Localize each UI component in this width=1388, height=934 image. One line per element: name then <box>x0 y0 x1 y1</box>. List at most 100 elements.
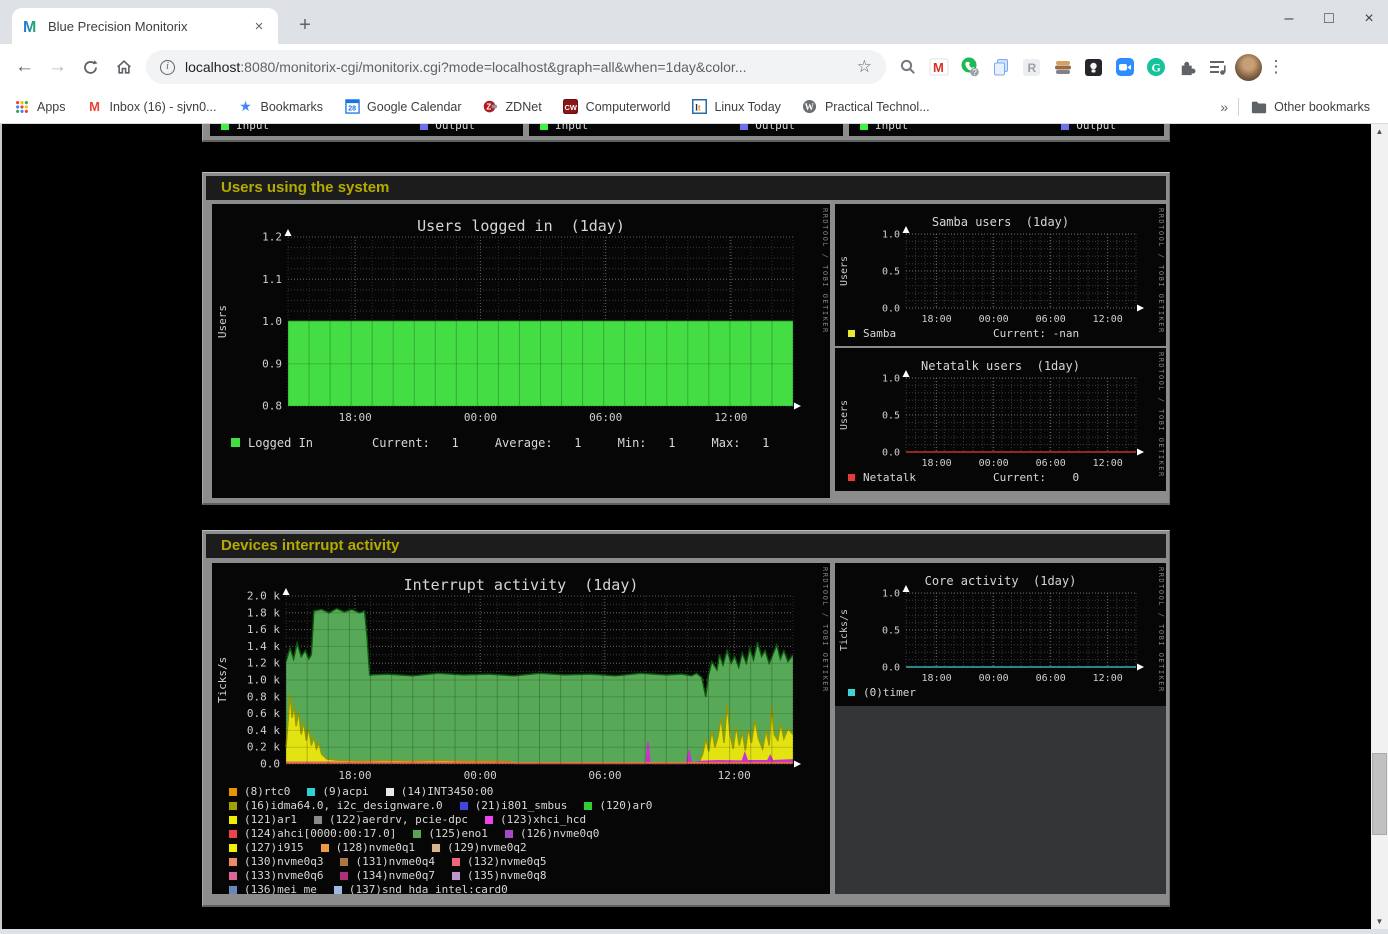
rrdtool-signature: RRDTOOL / TOBI OETIKER <box>821 208 829 334</box>
zoom-camera-extension-icon[interactable] <box>1109 52 1140 82</box>
svg-text:18:00: 18:00 <box>922 458 952 468</box>
bookmark-label: Computerworld <box>586 100 671 114</box>
svg-text:18:00: 18:00 <box>922 673 952 683</box>
svg-text:2.0 k: 2.0 k <box>247 590 280 603</box>
interrupt-activity-chart[interactable]: Interrupt activity (1day)Ticks/s0.00.2 k… <box>212 563 830 894</box>
browser-menu-icon[interactable]: ⋮ <box>1264 57 1288 77</box>
svg-text:1.0 k: 1.0 k <box>247 674 280 687</box>
page-info-icon[interactable]: i <box>160 60 175 75</box>
rrdtool-signature: RRDTOOL / TOBI OETIKER <box>1157 567 1165 693</box>
bookmark-label: Practical Technol... <box>825 100 930 114</box>
star-icon: ★ <box>238 99 254 115</box>
svg-text:Interrupt activity (1day): Interrupt activity (1day) <box>404 576 639 594</box>
section-filler <box>835 706 1166 894</box>
bookmark-star-icon[interactable]: ☆ <box>857 57 872 77</box>
input-swatch <box>859 124 869 131</box>
folder-icon <box>1251 99 1267 115</box>
svg-text:00:00: 00:00 <box>464 769 497 781</box>
phone-extension-icon[interactable]: ? <box>954 52 985 82</box>
svg-text:06:00: 06:00 <box>589 411 622 424</box>
bookmark-label: ZDNet <box>506 100 542 114</box>
core-activity-chart[interactable]: Core activity (1day)Ticks/s0.00.51.018:0… <box>835 563 1166 706</box>
new-tab-button[interactable]: + <box>292 14 318 37</box>
bookmark-bookmarks[interactable]: ★ Bookmarks <box>238 99 324 115</box>
svg-text:G: G <box>1151 61 1160 75</box>
browser-window: M Blue Precision Monitorix × + – □ × ← →… <box>0 0 1388 934</box>
bookmark-practical-technology[interactable]: W Practical Technol... <box>802 99 930 115</box>
input-label: Input <box>555 124 588 132</box>
lamp-extension-icon[interactable] <box>1078 52 1109 82</box>
profile-avatar[interactable] <box>1235 54 1262 81</box>
svg-text:0.9: 0.9 <box>262 357 282 370</box>
svg-text:R: R <box>1028 61 1037 75</box>
forward-button: → <box>41 51 74 84</box>
users-logged-in-chart[interactable]: Users logged in (1day)Users0.80.91.01.11… <box>212 204 830 498</box>
bookmark-linux-today[interactable]: lt Linux Today <box>691 99 781 115</box>
back-button[interactable]: ← <box>8 51 41 84</box>
minimize-button[interactable]: – <box>1280 10 1298 28</box>
samba-users-chart[interactable]: Samba users (1day)Users0.00.51.018:0000:… <box>835 204 1166 346</box>
svg-text:06:00: 06:00 <box>588 769 621 781</box>
calendar-icon: 28 <box>344 99 360 115</box>
home-button[interactable] <box>107 51 140 84</box>
svg-text:18:00: 18:00 <box>922 314 952 324</box>
gmail-extension-icon[interactable]: M <box>923 52 954 82</box>
svg-text:00:00: 00:00 <box>464 411 497 424</box>
bookmark-label: Bookmarks <box>261 100 324 114</box>
svg-text:Ticks/s: Ticks/s <box>216 657 229 703</box>
address-bar[interactable]: i localhost:8080/monitorix-cgi/monitorix… <box>146 50 886 84</box>
svg-text:Z: Z <box>486 102 491 111</box>
svg-text:M: M <box>933 60 944 75</box>
devices-section: Devices interrupt activity Interrupt act… <box>202 530 1170 907</box>
browser-tab[interactable]: M Blue Precision Monitorix × <box>12 8 278 44</box>
other-bookmarks[interactable]: Other bookmarks <box>1251 99 1370 115</box>
books-stack-extension-icon[interactable] <box>1047 52 1078 82</box>
rrdtool-signature: RRDTOOL / TOBI OETIKER <box>821 567 829 693</box>
svg-text:12:00: 12:00 <box>1093 458 1123 468</box>
reload-button[interactable] <box>74 51 107 84</box>
bookmark-computerworld[interactable]: CW Computerworld <box>563 99 671 115</box>
monitorix-favicon: M <box>22 18 39 34</box>
users-section: Users using the system Users logged in (… <box>202 172 1170 505</box>
r-extension-icon[interactable]: R <box>1016 52 1047 82</box>
svg-text:1.8 k: 1.8 k <box>247 606 280 619</box>
bookmark-inbox[interactable]: M Inbox (16) - sjvn0... <box>87 99 217 115</box>
network-chart-partial[interactable]: Input Output <box>529 124 843 136</box>
network-chart-partial[interactable]: Input Output <box>210 124 523 136</box>
svg-text:Users: Users <box>839 400 850 430</box>
svg-text:00:00: 00:00 <box>979 458 1009 468</box>
devices-section-header: Devices interrupt activity <box>206 534 1166 558</box>
output-label: Output <box>435 124 475 132</box>
scroll-down-icon[interactable]: ▼ <box>1371 914 1388 929</box>
svg-text:1.4 k: 1.4 k <box>247 640 280 653</box>
scroll-up-icon[interactable]: ▲ <box>1371 124 1388 139</box>
page-scrollbar[interactable]: ▲ ▼ <box>1371 124 1388 929</box>
tab-close-icon[interactable]: × <box>250 18 268 35</box>
grammarly-extension-icon[interactable]: G <box>1140 52 1171 82</box>
svg-text:00:00: 00:00 <box>979 314 1009 324</box>
bookmark-apps[interactable]: Apps <box>14 99 66 115</box>
bookmark-zdnet[interactable]: Z ZDNet <box>483 99 542 115</box>
computerworld-icon: CW <box>563 99 579 115</box>
extensions-puzzle-icon[interactable] <box>1171 52 1202 82</box>
netatalk-users-chart[interactable]: Netatalk users (1day)Users0.00.51.018:00… <box>835 348 1166 491</box>
svg-text:CW: CW <box>565 103 578 112</box>
svg-text:Users: Users <box>216 305 229 338</box>
svg-text:12:00: 12:00 <box>718 769 751 781</box>
url-text[interactable]: localhost:8080/monitorix-cgi/monitorix.c… <box>185 59 857 75</box>
scrollbar-thumb[interactable] <box>1372 753 1387 835</box>
close-button[interactable]: × <box>1360 10 1378 28</box>
svg-text:1.2: 1.2 <box>262 231 282 244</box>
maximize-button[interactable]: □ <box>1320 10 1338 28</box>
svg-text:0.0: 0.0 <box>260 758 280 771</box>
copy-pages-extension-icon[interactable] <box>985 52 1016 82</box>
svg-text:1.0: 1.0 <box>262 315 282 328</box>
search-extension-icon[interactable] <box>892 52 923 82</box>
svg-text:Netatalk users (1day): Netatalk users (1day) <box>921 359 1080 373</box>
users-section-header: Users using the system <box>206 176 1166 200</box>
bookmarks-overflow-icon[interactable]: » <box>1210 99 1238 115</box>
network-chart-partial[interactable]: Input Output <box>849 124 1164 136</box>
output-label: Output <box>1076 124 1116 132</box>
playlist-extension-icon[interactable] <box>1202 52 1233 82</box>
bookmark-google-calendar[interactable]: 28 Google Calendar <box>344 99 462 115</box>
